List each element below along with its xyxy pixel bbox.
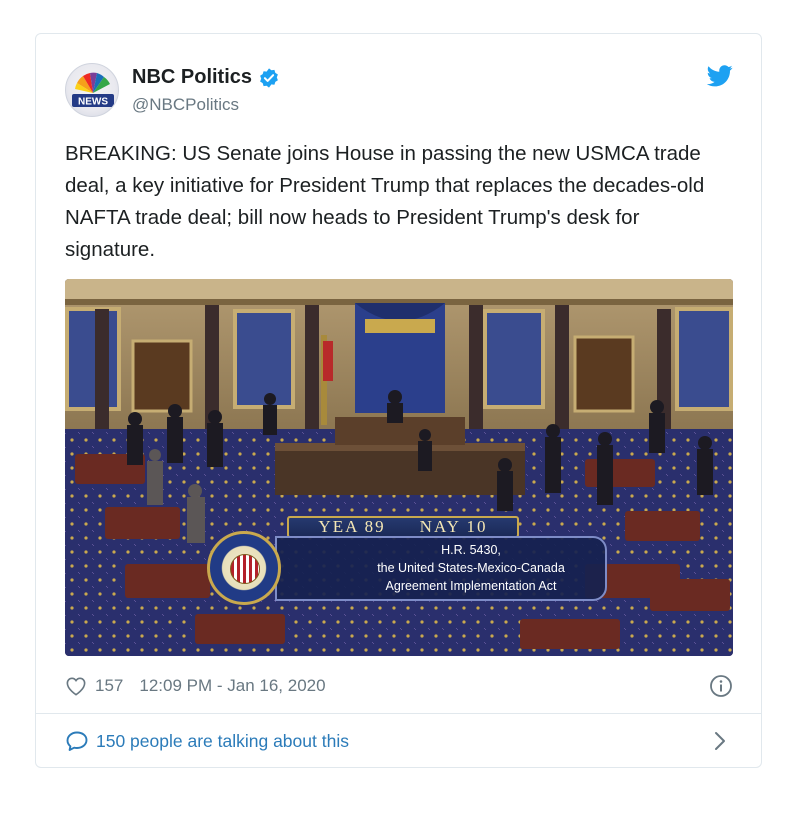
verified-badge-icon [260, 67, 278, 88]
conversation-text[interactable]: 150 people are talking about this [96, 731, 349, 752]
nbc-peacock-logo: NEWS [72, 72, 114, 108]
handle[interactable]: @NBCPolitics [132, 95, 239, 115]
seal-shield [230, 554, 260, 584]
vote-yea: YEA 89 [318, 517, 386, 536]
bill-title-line1: the United States-Mexico-Canada [377, 561, 565, 575]
tweet-header: NEWS NBC Politics @NBCPolitics [65, 63, 733, 123]
speech-bubble-icon [66, 731, 88, 751]
timestamp[interactable]: 12:09 PM - Jan 16, 2020 [139, 676, 325, 696]
divider [36, 713, 761, 714]
like-count[interactable]: 157 [95, 676, 123, 696]
avatar-text: NEWS [78, 97, 108, 108]
twitter-bird-icon[interactable] [707, 65, 733, 87]
chevron-right-icon[interactable] [713, 731, 727, 751]
bill-number: H.R. 5430, [441, 543, 501, 557]
tweet-text: BREAKING: US Senate joins House in passi… [65, 142, 705, 261]
tweet-media-image[interactable]: YEA 89 NAY 10 H.R. 5430, the United Stat… [65, 279, 733, 656]
bill-title-line2: Agreement Implementation Act [385, 579, 557, 593]
senate-seal-icon [207, 531, 281, 605]
vote-tally-bar: YEA 89 NAY 10 [287, 516, 519, 538]
display-name[interactable]: NBC Politics [132, 66, 252, 89]
info-icon[interactable] [709, 674, 733, 698]
bill-caption: H.R. 5430, the United States-Mexico-Cana… [275, 536, 607, 601]
vote-nay: NAY 10 [419, 517, 488, 536]
avatar[interactable]: NEWS [65, 63, 119, 117]
heart-icon[interactable] [65, 676, 87, 696]
tweet-card: NEWS NBC Politics @NBCPolitics BREAKING:… [35, 33, 762, 768]
name-row: NBC Politics [132, 66, 280, 89]
conversation-link[interactable]: 150 people are talking about this [65, 728, 733, 754]
tweet-meta: 157 12:09 PM - Jan 16, 2020 [65, 674, 733, 698]
